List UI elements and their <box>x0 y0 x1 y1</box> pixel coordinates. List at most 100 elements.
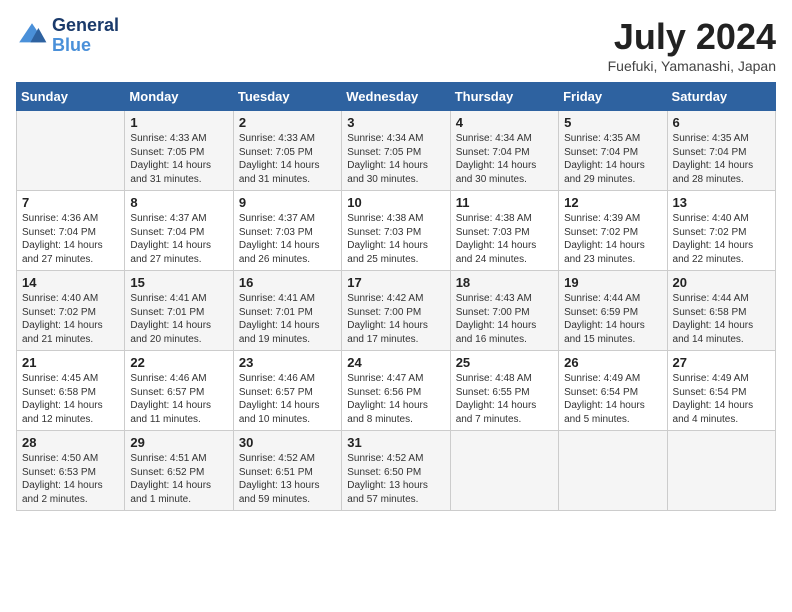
day-info: Sunrise: 4:45 AM Sunset: 6:58 PM Dayligh… <box>22 372 119 426</box>
day-number: 17 <box>347 275 444 290</box>
location-subtitle: Fuefuki, Yamanashi, Japan <box>608 58 776 74</box>
day-info: Sunrise: 4:40 AM Sunset: 7:02 PM Dayligh… <box>673 212 770 266</box>
day-number: 23 <box>239 355 336 370</box>
calendar-day-cell <box>450 431 558 511</box>
calendar-day-cell: 23 Sunrise: 4:46 AM Sunset: 6:57 PM Dayli… <box>233 351 341 431</box>
logo: General Blue <box>16 16 119 56</box>
day-number: 25 <box>456 355 553 370</box>
day-info: Sunrise: 4:34 AM Sunset: 7:05 PM Dayligh… <box>347 132 444 186</box>
day-info: Sunrise: 4:40 AM Sunset: 7:02 PM Dayligh… <box>22 292 119 346</box>
header: General Blue July 2024 Fuefuki, Yamanash… <box>16 16 776 74</box>
day-number: 8 <box>130 195 227 210</box>
day-info: Sunrise: 4:42 AM Sunset: 7:00 PM Dayligh… <box>347 292 444 346</box>
calendar-day-cell: 3 Sunrise: 4:34 AM Sunset: 7:05 PM Daylig… <box>342 111 450 191</box>
day-info: Sunrise: 4:37 AM Sunset: 7:03 PM Dayligh… <box>239 212 336 266</box>
calendar-header-cell: Thursday <box>450 83 558 111</box>
calendar-day-cell: 25 Sunrise: 4:48 AM Sunset: 6:55 PM Dayli… <box>450 351 558 431</box>
day-number: 1 <box>130 115 227 130</box>
title-area: July 2024 Fuefuki, Yamanashi, Japan <box>608 16 776 74</box>
day-number: 13 <box>673 195 770 210</box>
calendar-body: 1 Sunrise: 4:33 AM Sunset: 7:05 PM Daylig… <box>17 111 776 511</box>
day-info: Sunrise: 4:36 AM Sunset: 7:04 PM Dayligh… <box>22 212 119 266</box>
calendar-day-cell: 28 Sunrise: 4:50 AM Sunset: 6:53 PM Dayli… <box>17 431 125 511</box>
day-number: 31 <box>347 435 444 450</box>
day-number: 18 <box>456 275 553 290</box>
day-number: 20 <box>673 275 770 290</box>
day-info: Sunrise: 4:52 AM Sunset: 6:51 PM Dayligh… <box>239 452 336 506</box>
day-info: Sunrise: 4:49 AM Sunset: 6:54 PM Dayligh… <box>564 372 661 426</box>
day-number: 4 <box>456 115 553 130</box>
calendar-table: SundayMondayTuesdayWednesdayThursdayFrid… <box>16 82 776 511</box>
day-info: Sunrise: 4:52 AM Sunset: 6:50 PM Dayligh… <box>347 452 444 506</box>
day-info: Sunrise: 4:34 AM Sunset: 7:04 PM Dayligh… <box>456 132 553 186</box>
calendar-day-cell: 22 Sunrise: 4:46 AM Sunset: 6:57 PM Dayli… <box>125 351 233 431</box>
day-info: Sunrise: 4:35 AM Sunset: 7:04 PM Dayligh… <box>673 132 770 186</box>
day-info: Sunrise: 4:41 AM Sunset: 7:01 PM Dayligh… <box>239 292 336 346</box>
calendar-day-cell: 4 Sunrise: 4:34 AM Sunset: 7:04 PM Daylig… <box>450 111 558 191</box>
day-number: 21 <box>22 355 119 370</box>
day-number: 30 <box>239 435 336 450</box>
day-number: 27 <box>673 355 770 370</box>
calendar-day-cell: 10 Sunrise: 4:38 AM Sunset: 7:03 PM Dayli… <box>342 191 450 271</box>
calendar-day-cell: 24 Sunrise: 4:47 AM Sunset: 6:56 PM Dayli… <box>342 351 450 431</box>
calendar-day-cell: 1Sunrise: 4:33 AM Sunset: 7:05 PM Daylig… <box>125 111 233 191</box>
day-info: Sunrise: 4:50 AM Sunset: 6:53 PM Dayligh… <box>22 452 119 506</box>
day-number: 19 <box>564 275 661 290</box>
month-title: July 2024 <box>608 16 776 58</box>
day-info: Sunrise: 4:44 AM Sunset: 6:58 PM Dayligh… <box>673 292 770 346</box>
logo-text: General Blue <box>52 16 119 56</box>
calendar-week-row: 1 Sunrise: 4:33 AM Sunset: 7:05 PM Daylig… <box>17 111 776 191</box>
calendar-header-cell: Saturday <box>667 83 775 111</box>
calendar-week-row: 21 Sunrise: 4:45 AM Sunset: 6:58 PM Dayli… <box>17 351 776 431</box>
day-number: 7 <box>22 195 119 210</box>
calendar-day-cell: 30 Sunrise: 4:52 AM Sunset: 6:51 PM Dayli… <box>233 431 341 511</box>
day-number: 3 <box>347 115 444 130</box>
day-info: Sunrise: 4:46 AM Sunset: 6:57 PM Dayligh… <box>130 372 227 426</box>
day-info: Sunrise: 4:38 AM Sunset: 7:03 PM Dayligh… <box>456 212 553 266</box>
day-number: 26 <box>564 355 661 370</box>
calendar-day-cell: 8Sunrise: 4:37 AM Sunset: 7:04 PM Daylig… <box>125 191 233 271</box>
calendar-day-cell: 13 Sunrise: 4:40 AM Sunset: 7:02 PM Dayli… <box>667 191 775 271</box>
day-number: 15 <box>130 275 227 290</box>
calendar-day-cell: 18Sunrise: 4:43 AM Sunset: 7:00 PM Dayli… <box>450 271 558 351</box>
day-info: Sunrise: 4:48 AM Sunset: 6:55 PM Dayligh… <box>456 372 553 426</box>
calendar-day-cell: 29 Sunrise: 4:51 AM Sunset: 6:52 PM Dayli… <box>125 431 233 511</box>
day-info: Sunrise: 4:33 AM Sunset: 7:05 PM Dayligh… <box>239 132 336 186</box>
calendar-day-cell: 7 Sunrise: 4:36 AM Sunset: 7:04 PM Daylig… <box>17 191 125 271</box>
calendar-header-cell: Wednesday <box>342 83 450 111</box>
day-number: 24 <box>347 355 444 370</box>
day-number: 28 <box>22 435 119 450</box>
calendar-day-cell: 19 Sunrise: 4:44 AM Sunset: 6:59 PM Dayli… <box>559 271 667 351</box>
day-info: Sunrise: 4:38 AM Sunset: 7:03 PM Dayligh… <box>347 212 444 266</box>
day-info: Sunrise: 4:46 AM Sunset: 6:57 PM Dayligh… <box>239 372 336 426</box>
day-number: 10 <box>347 195 444 210</box>
calendar-day-cell: 14Sunrise: 4:40 AM Sunset: 7:02 PM Dayli… <box>17 271 125 351</box>
calendar-header-cell: Friday <box>559 83 667 111</box>
logo-line1: General <box>52 16 119 36</box>
day-number: 29 <box>130 435 227 450</box>
calendar-header-row: SundayMondayTuesdayWednesdayThursdayFrid… <box>17 83 776 111</box>
calendar-day-cell <box>667 431 775 511</box>
calendar-day-cell: 6 Sunrise: 4:35 AM Sunset: 7:04 PM Daylig… <box>667 111 775 191</box>
day-info: Sunrise: 4:51 AM Sunset: 6:52 PM Dayligh… <box>130 452 227 506</box>
day-info: Sunrise: 4:47 AM Sunset: 6:56 PM Dayligh… <box>347 372 444 426</box>
calendar-header-cell: Monday <box>125 83 233 111</box>
calendar-week-row: 7 Sunrise: 4:36 AM Sunset: 7:04 PM Daylig… <box>17 191 776 271</box>
day-number: 5 <box>564 115 661 130</box>
day-number: 6 <box>673 115 770 130</box>
day-number: 11 <box>456 195 553 210</box>
calendar-day-cell: 27Sunrise: 4:49 AM Sunset: 6:54 PM Dayli… <box>667 351 775 431</box>
calendar-day-cell: 5Sunrise: 4:35 AM Sunset: 7:04 PM Daylig… <box>559 111 667 191</box>
calendar-week-row: 14Sunrise: 4:40 AM Sunset: 7:02 PM Dayli… <box>17 271 776 351</box>
calendar-day-cell: 16Sunrise: 4:41 AM Sunset: 7:01 PM Dayli… <box>233 271 341 351</box>
day-info: Sunrise: 4:41 AM Sunset: 7:01 PM Dayligh… <box>130 292 227 346</box>
logo-icon <box>16 20 48 52</box>
day-number: 22 <box>130 355 227 370</box>
calendar-header-cell: Tuesday <box>233 83 341 111</box>
calendar-day-cell: 20 Sunrise: 4:44 AM Sunset: 6:58 PM Dayli… <box>667 271 775 351</box>
day-info: Sunrise: 4:44 AM Sunset: 6:59 PM Dayligh… <box>564 292 661 346</box>
calendar-week-row: 28 Sunrise: 4:50 AM Sunset: 6:53 PM Dayli… <box>17 431 776 511</box>
calendar-header-cell: Sunday <box>17 83 125 111</box>
day-number: 2 <box>239 115 336 130</box>
calendar-day-cell: 15 Sunrise: 4:41 AM Sunset: 7:01 PM Dayli… <box>125 271 233 351</box>
